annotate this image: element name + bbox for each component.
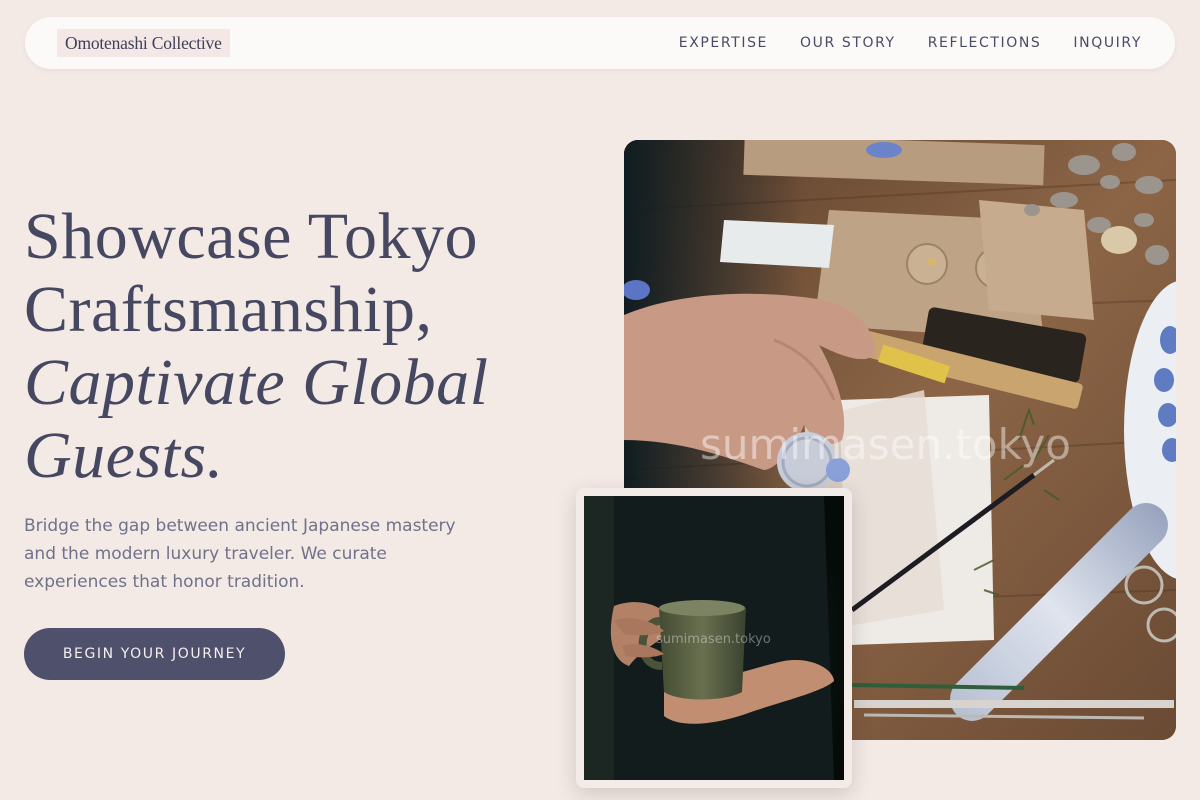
navbar: Omotenashi Collective EXPERTISE OUR STOR… — [25, 17, 1175, 69]
hero-title-line-4: Guests. — [24, 419, 224, 492]
hero-title-line-3: Captivate Global — [24, 346, 489, 419]
begin-journey-button[interactable]: BEGIN YOUR JOURNEY — [24, 628, 285, 680]
hero-title: Showcase Tokyo Craftsmanship, Captivate … — [24, 200, 584, 492]
nav-link-reflections[interactable]: REFLECTIONS — [928, 35, 1042, 51]
nav-link-inquiry[interactable]: INQUIRY — [1073, 35, 1142, 51]
hero-description: Bridge the gap between ancient Japanese … — [24, 516, 456, 592]
nav-links: EXPERTISE OUR STORY REFLECTIONS INQUIRY — [679, 17, 1142, 69]
artisan-mug-illustration — [584, 496, 844, 780]
brand-logo[interactable]: Omotenashi Collective — [57, 29, 230, 57]
nav-link-expertise[interactable]: EXPERTISE — [679, 35, 768, 51]
artisan-mug-image: sumimasen.tokyo — [584, 496, 844, 780]
page: Omotenashi Collective EXPERTISE OUR STOR… — [0, 0, 1200, 800]
hero-title-line-1: Showcase Tokyo — [24, 200, 478, 273]
artisan-mug-card: sumimasen.tokyo — [576, 488, 852, 788]
nav-link-our-story[interactable]: OUR STORY — [800, 35, 896, 51]
hero-title-line-2: Craftsmanship, — [24, 273, 433, 346]
